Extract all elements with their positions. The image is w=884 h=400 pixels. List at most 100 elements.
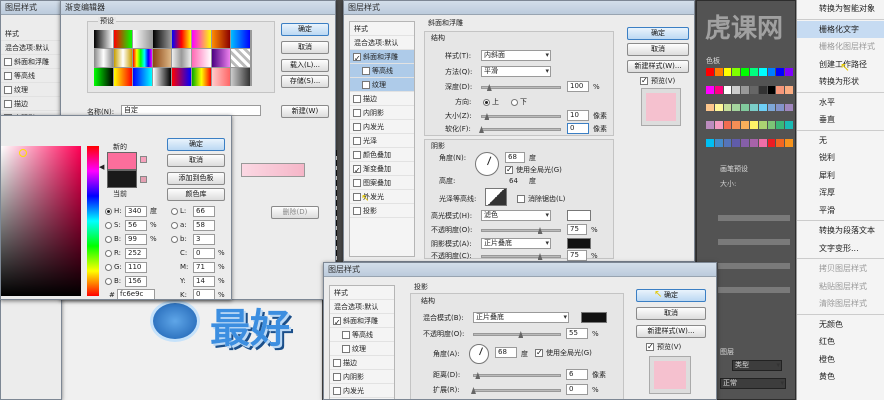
slider-thumb[interactable]	[475, 372, 481, 379]
color-libraries-button[interactable]: 颜色库	[167, 188, 225, 201]
gradient-bar[interactable]	[241, 163, 305, 177]
b2-radio[interactable]	[105, 278, 112, 285]
angle-dial[interactable]	[469, 344, 489, 364]
left-style-item[interactable]: 等高线	[1, 69, 61, 83]
style-checkbox[interactable]	[353, 123, 361, 131]
hue-arrow-icon[interactable]: ◀	[99, 163, 104, 171]
menu-item[interactable]: 粘贴图层样式	[797, 278, 884, 296]
color-swatch[interactable]	[758, 103, 767, 112]
style-checkbox[interactable]	[353, 193, 361, 201]
style-list-item[interactable]: 纹理	[330, 342, 394, 356]
s-radio[interactable]	[105, 222, 112, 229]
spread-slider[interactable]	[471, 387, 561, 394]
color-swatch[interactable]	[706, 68, 714, 76]
opacity1-slider[interactable]	[481, 227, 561, 234]
color-swatch[interactable]	[714, 103, 723, 112]
color-swatch[interactable]	[732, 85, 741, 94]
method-select[interactable]: 平滑	[481, 66, 551, 77]
slider-thumb[interactable]	[518, 331, 524, 338]
depth-slider[interactable]	[481, 84, 561, 91]
styles-header[interactable]: 样式	[330, 286, 394, 300]
menu-item[interactable]: 红色	[797, 333, 884, 351]
color-swatch[interactable]	[723, 103, 732, 112]
color-swatch[interactable]	[741, 139, 749, 147]
b-lab-radio[interactable]	[171, 236, 178, 243]
menu-item[interactable]: 黄色	[797, 368, 884, 386]
c-input[interactable]: 0	[193, 248, 215, 259]
slider-thumb[interactable]	[479, 126, 484, 133]
l-radio[interactable]	[171, 208, 178, 215]
style-checkbox[interactable]	[353, 179, 361, 187]
style-checkbox[interactable]	[4, 86, 12, 94]
size-slider[interactable]	[481, 113, 561, 120]
color-swatch[interactable]	[758, 85, 767, 94]
depth-input[interactable]: 100	[567, 81, 589, 92]
color-swatch[interactable]	[732, 121, 741, 130]
add-to-swatches-button[interactable]: 添加到色板	[167, 172, 225, 185]
gradient-preset[interactable]	[231, 68, 250, 86]
new-button[interactable]: 新建(W)	[281, 105, 329, 118]
angle-input[interactable]: 68	[495, 347, 517, 358]
style-checkbox[interactable]	[353, 151, 361, 159]
slider-thumb[interactable]	[484, 113, 490, 120]
gradient-preset[interactable]	[231, 49, 250, 67]
style-checkbox[interactable]	[353, 109, 361, 117]
ok-button[interactable]: 确定	[167, 138, 225, 151]
color-field[interactable]	[1, 146, 81, 296]
style-list-item[interactable]: 图案叠加	[350, 176, 414, 190]
g-input[interactable]: 110	[125, 262, 147, 273]
color-swatch[interactable]	[776, 139, 785, 147]
style-list-item[interactable]: 混合选项:默认	[350, 36, 414, 50]
b-input[interactable]: 99	[125, 234, 147, 245]
color-swatch[interactable]	[723, 121, 732, 130]
antialias-checkbox[interactable]	[517, 195, 525, 203]
color-swatch[interactable]	[758, 139, 767, 147]
ok-button[interactable]: 确定	[627, 27, 689, 40]
style-checkbox[interactable]	[353, 95, 361, 103]
gradient-preset[interactable]	[113, 68, 133, 86]
style-checkbox[interactable]	[362, 67, 370, 75]
color-swatch[interactable]	[785, 68, 793, 76]
menu-item[interactable]: 水平	[797, 94, 884, 112]
a-input[interactable]: 58	[193, 220, 215, 231]
color-swatch[interactable]	[723, 68, 732, 76]
current-color-swatch[interactable]	[107, 170, 137, 188]
style-list-item[interactable]: 描边	[330, 356, 394, 370]
opacity1-input[interactable]: 75	[567, 224, 587, 235]
m-input[interactable]: 71	[193, 262, 215, 273]
menu-item[interactable]: 文字变形...	[797, 240, 884, 258]
spread-input[interactable]: 0	[566, 384, 588, 395]
color-swatch[interactable]	[785, 103, 793, 112]
gradient-preset[interactable]	[113, 49, 133, 67]
gradient-preset[interactable]	[152, 68, 172, 86]
style-list-item[interactable]: 描边	[350, 92, 414, 106]
web-color-icon[interactable]	[140, 176, 147, 183]
menu-item[interactable]: 转换为段落文本	[797, 222, 884, 240]
k-input[interactable]: 0	[193, 289, 215, 299]
color-swatch[interactable]	[706, 121, 714, 130]
cancel-button[interactable]: 取消	[627, 43, 689, 56]
style-list-item[interactable]: 内阴影	[330, 370, 394, 384]
slider-thumb[interactable]	[486, 84, 492, 91]
left-style-item[interactable]: 混合选项:默认	[1, 41, 61, 55]
angle-dial[interactable]	[475, 152, 499, 176]
layer-kind-select[interactable]: 类型	[732, 360, 782, 371]
menu-item[interactable]: 栅格化文字	[797, 20, 884, 38]
style-checkbox[interactable]	[4, 72, 12, 80]
l-input[interactable]: 66	[193, 206, 215, 217]
opacity2-input[interactable]: 75	[567, 250, 587, 261]
menu-item[interactable]: 垂直	[797, 111, 884, 129]
gradient-preset[interactable]	[191, 68, 211, 86]
b-radio[interactable]	[105, 236, 112, 243]
style-list-item[interactable]: 外发光	[350, 190, 414, 204]
style-list-item[interactable]: 等高线	[350, 64, 414, 78]
menu-item[interactable]: 浑厚	[797, 184, 884, 202]
gradient-preset[interactable]	[172, 30, 191, 48]
b2-input[interactable]: 156	[125, 276, 147, 287]
hue-slider[interactable]	[87, 146, 99, 296]
menu-item[interactable]: 犀利	[797, 167, 884, 185]
slider-thumb[interactable]	[537, 227, 543, 234]
gradient-preset[interactable]	[172, 49, 191, 67]
gradient-preset[interactable]	[152, 30, 172, 48]
hex-input[interactable]: fc6e9c	[117, 289, 155, 299]
